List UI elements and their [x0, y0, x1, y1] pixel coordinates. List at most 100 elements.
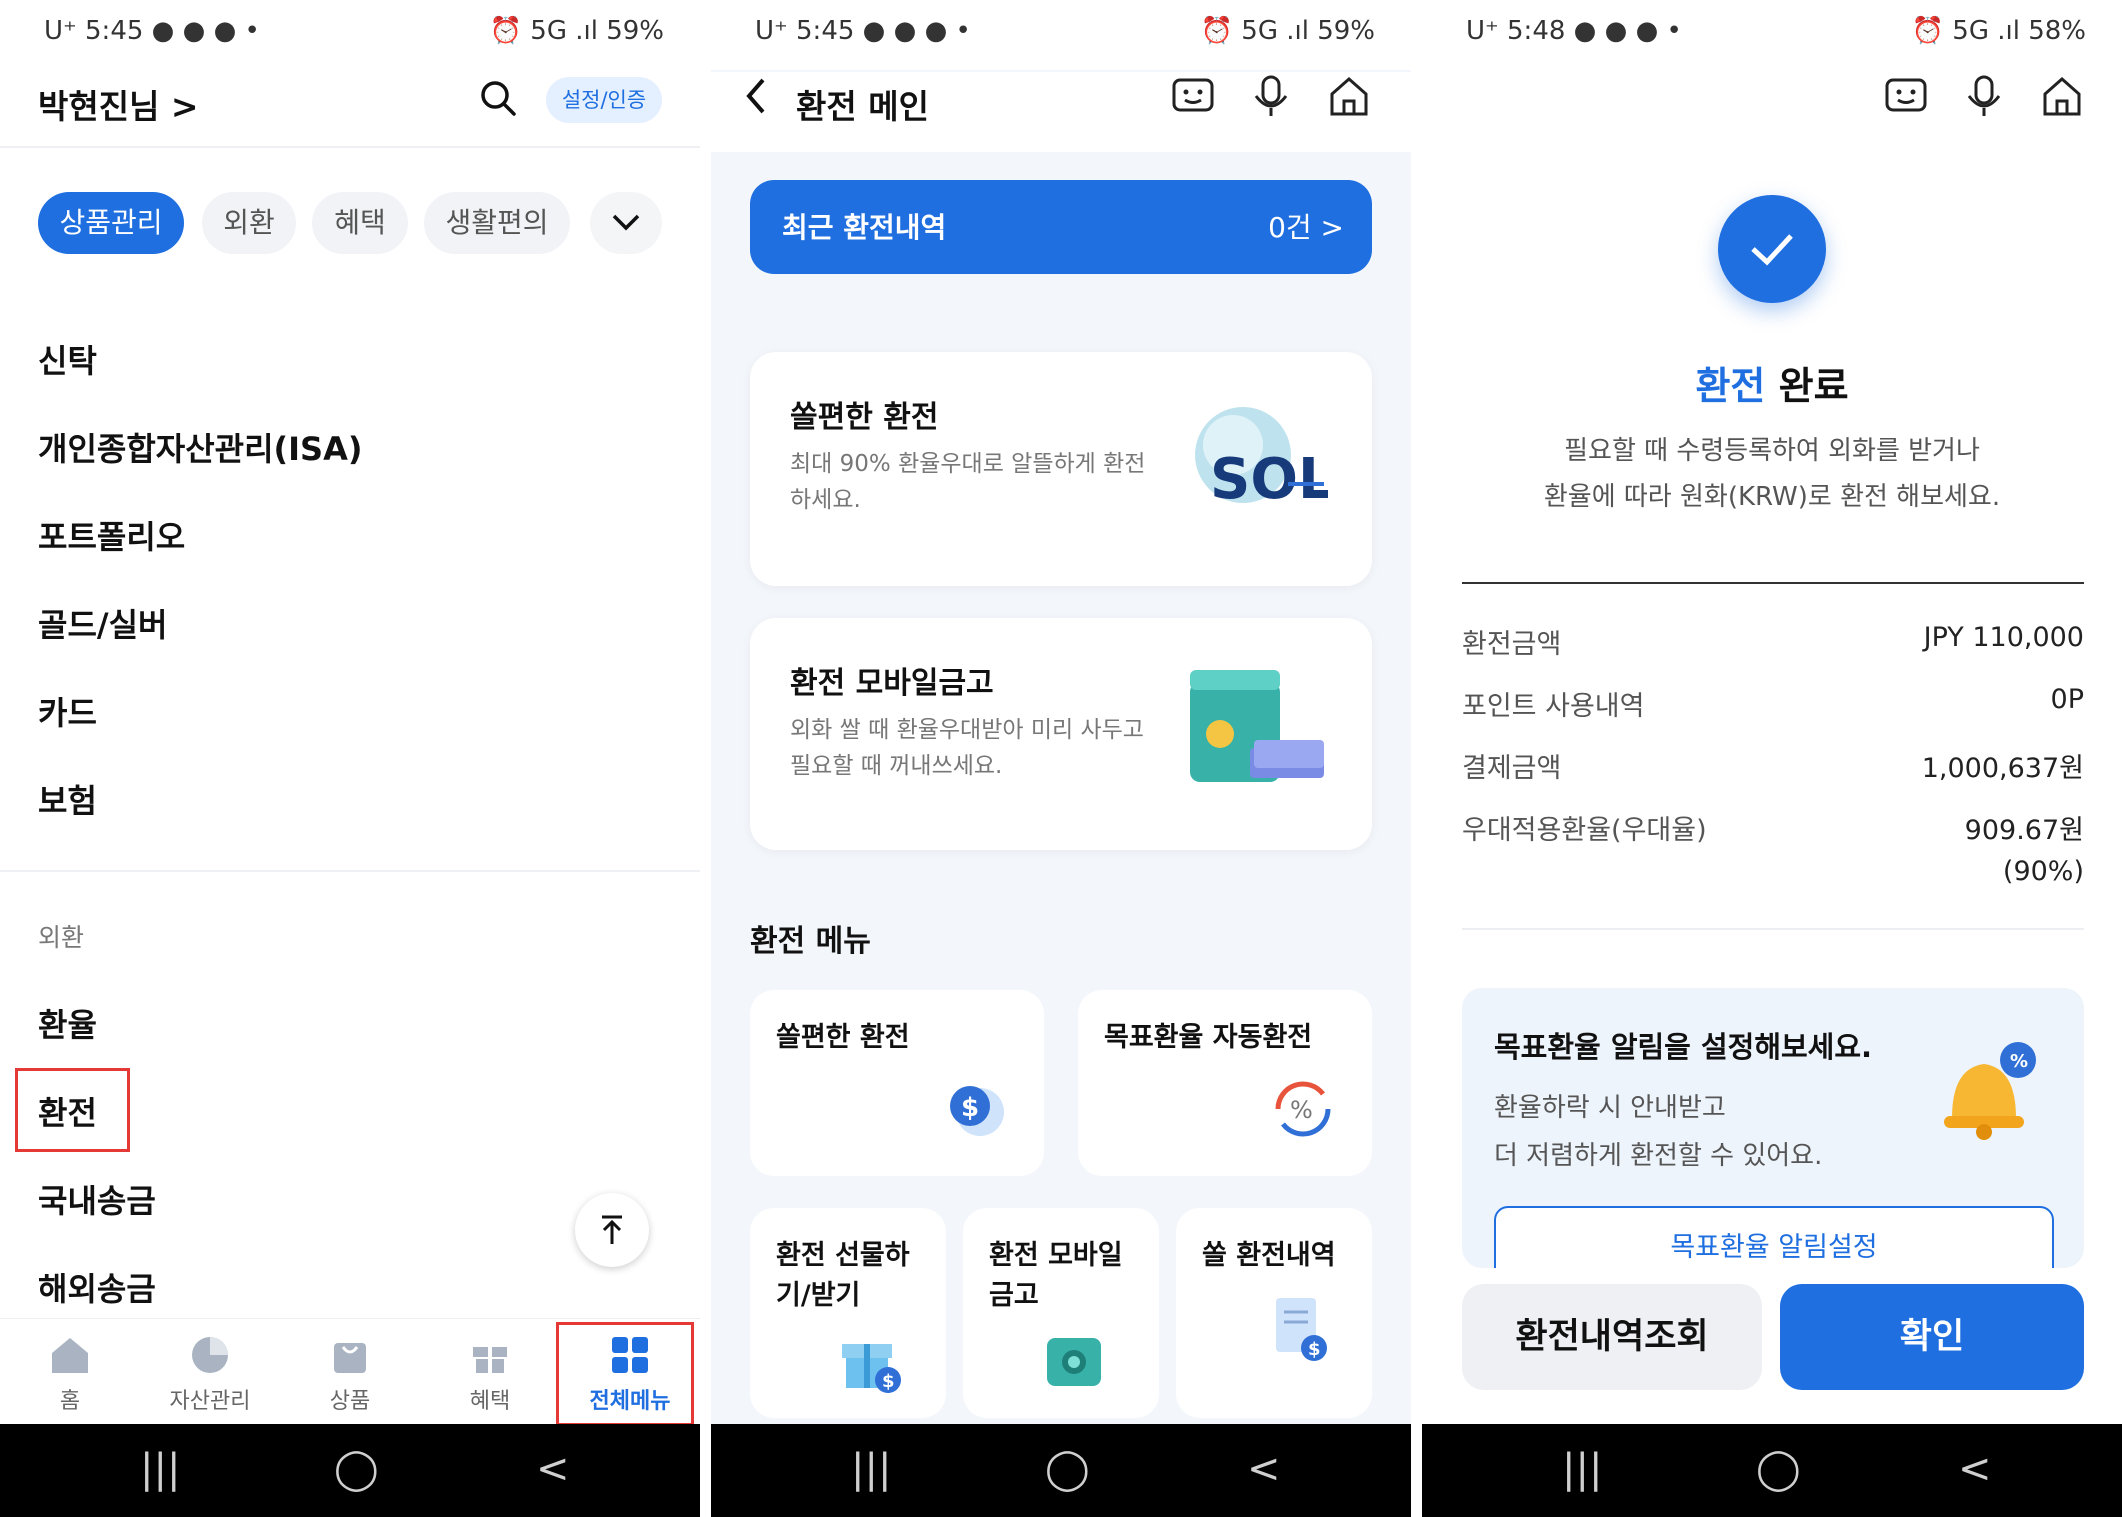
menu-item-gold-silver[interactable]: 골드/실버 — [38, 600, 167, 646]
completion-desc-line: 필요할 때 수령등록하여 외화를 받거나 — [1564, 436, 1980, 466]
row-label-exchange-amount: 환전금액 — [1462, 629, 1562, 660]
exchange-history-button[interactable]: 환전내역조회 — [1462, 1284, 1762, 1390]
system-nav-bar: ||| ◯ < — [711, 1424, 1411, 1517]
target-rate-alert-button[interactable]: 목표환율 알림설정 — [1494, 1206, 2054, 1268]
card-mobile-safe[interactable]: 환전 모바일금고 외화 쌀 때 환율우대받아 미리 사두고 필요할 때 꺼내쓰세… — [750, 618, 1372, 850]
menu-item-insurance[interactable]: 보험 — [38, 776, 97, 822]
menu-item-portfolio[interactable]: 포트폴리오 — [38, 512, 185, 558]
user-name-link[interactable]: 박현진님 > — [38, 80, 199, 128]
category-chips: 상품관리 외환 혜택 생활편의 — [0, 192, 700, 256]
tab-asset-management[interactable]: 자산관리 — [140, 1319, 280, 1425]
card-sol-exchange[interactable]: 쏠편한 환전 최대 90% 환율우대로 알뜰하게 환전하세요. SOL — [750, 352, 1372, 586]
tile-label: 쏠편한 환전 — [776, 1022, 910, 1053]
card-title: 환전 모바일금고 — [790, 666, 994, 701]
back-nav-button[interactable]: < — [536, 1446, 570, 1492]
status-bar: U⁺ 5:48 ● ● ● • ⏰ 5G .ıl 58% — [1422, 0, 2122, 70]
bell-icon: % — [1932, 1038, 2042, 1152]
home-nav-button[interactable]: ◯ — [1756, 1446, 1801, 1492]
tile-target-rate-auto-exchange[interactable]: 목표환율 자동환전 % — [1078, 990, 1372, 1176]
safe-money-icon — [1180, 662, 1330, 806]
tile-label: 환전 선물하 기/받기 — [776, 1240, 910, 1311]
chatbot-icon[interactable] — [1884, 74, 1928, 128]
alert-title: 목표환율 알림을 설정해보세요. — [1494, 1030, 1873, 1064]
svg-text:$: $ — [961, 1093, 979, 1123]
gift-dollar-icon: $ — [836, 1328, 906, 1402]
page-title: 환전 메인 — [796, 87, 929, 126]
tab-label: 상품 — [329, 1389, 371, 1414]
target-rate-alert-card: 목표환율 알림을 설정해보세요. 환율하락 시 안내받고 더 저렴하게 환전할 … — [1462, 988, 2084, 1268]
tile-mobile-safe[interactable]: 환전 모바일 금고 — [963, 1208, 1159, 1418]
menu-header: 박현진님 > 설정/인증 — [0, 72, 700, 148]
sol-globe-icon: SOL — [1188, 400, 1334, 524]
row-value-points: 0P — [2050, 684, 2084, 715]
tab-products[interactable]: 상품 — [280, 1319, 420, 1425]
recent-count: 0건 > — [1268, 211, 1344, 244]
pie-chart-icon — [140, 1333, 280, 1379]
check-icon — [1718, 195, 1826, 303]
chip-product-management[interactable]: 상품관리 — [38, 192, 184, 254]
alert-desc-line: 환율하락 시 안내받고 — [1494, 1093, 1726, 1123]
scroll-to-top-button[interactable] — [575, 1193, 649, 1267]
shopping-bag-icon — [280, 1333, 420, 1379]
menu-item-card[interactable]: 카드 — [38, 688, 97, 734]
tile-gift-exchange[interactable]: 환전 선물하 기/받기 $ — [750, 1208, 946, 1418]
chip-living[interactable]: 생활편의 — [424, 192, 570, 254]
row-value-payment: 1,000,637원 — [1921, 753, 2084, 784]
home-nav-button[interactable]: ◯ — [1045, 1446, 1090, 1492]
recent-exchange-history-banner[interactable]: 최근 환전내역 0건 > — [750, 180, 1372, 274]
tab-benefits[interactable]: 혜택 — [420, 1319, 560, 1425]
recent-apps-button[interactable]: ||| — [140, 1446, 180, 1492]
tile-sol-exchange[interactable]: 쏠편한 환전 $ — [750, 990, 1044, 1176]
menu-item-trust[interactable]: 신탁 — [38, 336, 97, 382]
recent-apps-button[interactable]: ||| — [1562, 1446, 1602, 1492]
divider — [1462, 928, 2084, 930]
home-nav-button[interactable]: ◯ — [334, 1446, 379, 1492]
back-nav-button[interactable]: < — [1247, 1446, 1281, 1492]
status-left: U⁺ 5:45 ● ● ● • — [44, 16, 260, 46]
status-left: U⁺ 5:45 ● ● ● • — [755, 16, 971, 46]
divider — [0, 870, 700, 872]
home-icon[interactable] — [1327, 74, 1371, 128]
settings-cert-button[interactable]: 설정/인증 — [546, 77, 662, 123]
section-label-fx: 외환 — [38, 923, 85, 952]
percent-cycle-icon: % — [1268, 1074, 1338, 1148]
microphone-icon[interactable] — [1964, 74, 2004, 128]
tile-sol-exchange-history[interactable]: 쏠 환전내역 $ — [1176, 1208, 1372, 1418]
menu-item-exchange-rate[interactable]: 환율 — [38, 1000, 97, 1046]
row-value-exchange-amount: JPY 110,000 — [1923, 622, 2084, 653]
chip-fx[interactable]: 외환 — [202, 192, 296, 254]
search-icon[interactable] — [478, 78, 518, 128]
tile-label: 목표환율 자동환전 — [1104, 1022, 1313, 1053]
tab-label: 자산관리 — [169, 1389, 251, 1414]
phone-panel-all-menu: U⁺ 5:45 ● ● ● • ⏰ 5G .ıl 59% 박현진님 > 설정/인… — [0, 0, 700, 1517]
gift-icon — [420, 1333, 560, 1379]
row-label-payment: 결제금액 — [1462, 753, 1562, 784]
menu-item-domestic-transfer[interactable]: 국내송금 — [38, 1176, 156, 1222]
chevron-down-icon[interactable] — [590, 192, 662, 254]
tab-home[interactable]: 홈 — [0, 1319, 140, 1425]
chip-benefits[interactable]: 혜택 — [312, 192, 408, 254]
chatbot-icon[interactable] — [1171, 74, 1215, 128]
row-label-points: 포인트 사용내역 — [1462, 691, 1645, 722]
back-arrow-icon[interactable] — [741, 74, 771, 129]
status-right: ⏰ 5G .ıl 58% — [1911, 16, 2086, 46]
back-nav-button[interactable]: < — [1958, 1446, 1992, 1492]
recent-apps-button[interactable]: ||| — [851, 1446, 891, 1492]
status-left: U⁺ 5:48 ● ● ● • — [1466, 16, 1682, 46]
card-title: 쏠편한 환전 — [790, 400, 939, 435]
svg-text:$: $ — [1308, 1339, 1321, 1360]
page-header: 환전 메인 — [711, 72, 1411, 152]
system-nav-bar: ||| ◯ < — [0, 1424, 700, 1517]
card-desc: 최대 90% 환율우대로 알뜰하게 환전하세요. — [790, 451, 1146, 513]
menu-item-isa[interactable]: 개인종합자산관리(ISA) — [38, 424, 363, 470]
phone-panel-exchange-complete: U⁺ 5:48 ● ● ● • ⏰ 5G .ıl 58% 환전 완료 필요할 때… — [1422, 0, 2122, 1517]
menu-item-overseas-transfer[interactable]: 해외송금 — [38, 1264, 156, 1310]
completion-title-highlight: 환전 — [1695, 364, 1766, 408]
divider — [1462, 582, 2084, 584]
home-icon[interactable] — [2040, 74, 2084, 128]
svg-text:SOL: SOL — [1210, 447, 1328, 512]
alert-desc-line: 더 저렴하게 환전할 수 있어요. — [1494, 1141, 1823, 1171]
microphone-icon[interactable] — [1251, 74, 1291, 128]
confirm-button[interactable]: 확인 — [1780, 1284, 2084, 1390]
home-icon — [0, 1333, 140, 1379]
